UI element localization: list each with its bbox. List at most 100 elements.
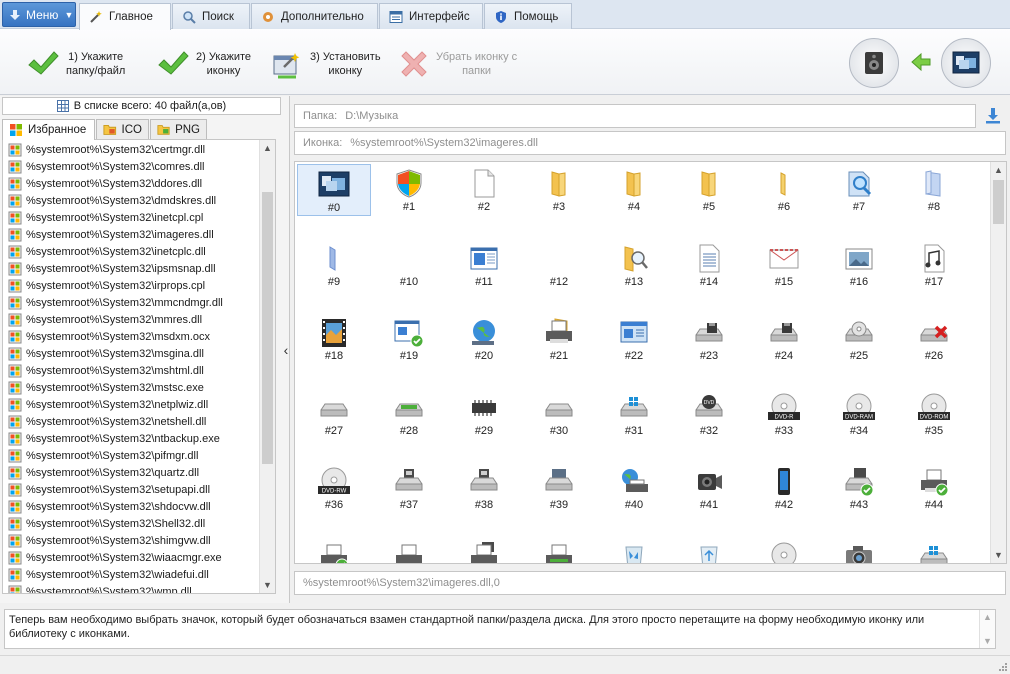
- icon-cell[interactable]: #14: [672, 239, 746, 291]
- file-list-item[interactable]: %systemroot%\System32\mmres.dll: [3, 311, 275, 328]
- file-list-item[interactable]: %systemroot%\System32\wiadefui.dll: [3, 566, 275, 583]
- icon-cell[interactable]: #6: [747, 164, 821, 216]
- file-list-item[interactable]: %systemroot%\System32\wmp.dll: [3, 583, 275, 593]
- file-list-scrollbar[interactable]: ▲ ▼: [259, 140, 275, 593]
- icon-cell[interactable]: #37: [372, 462, 446, 514]
- file-list-item[interactable]: %systemroot%\System32\mshtml.dll: [3, 362, 275, 379]
- current-icon-preview[interactable]: [941, 38, 991, 88]
- tab-ico[interactable]: ICO: [96, 119, 149, 139]
- select-icon-button[interactable]: 2) Укажите иконку: [156, 41, 251, 87]
- icon-cell[interactable]: #3: [522, 164, 596, 216]
- file-list-item[interactable]: %systemroot%\System32\imageres.dll: [3, 226, 275, 243]
- icon-cell[interactable]: #10: [372, 239, 446, 291]
- icon-cell[interactable]: #17: [897, 239, 971, 291]
- icon-cell[interactable]: #15: [747, 239, 821, 291]
- scroll-up-icon[interactable]: ▲: [980, 610, 995, 624]
- icon-cell[interactable]: #9: [297, 239, 371, 291]
- file-list-item[interactable]: %systemroot%\System32\setupapi.dll: [3, 481, 275, 498]
- file-list-item[interactable]: %systemroot%\System32\pifmgr.dll: [3, 447, 275, 464]
- icon-field[interactable]: Иконка: %systemroot%\System32\imageres.d…: [294, 131, 1006, 155]
- info-scrollbar[interactable]: ▲ ▼: [979, 610, 995, 648]
- icon-cell[interactable]: #4: [597, 164, 671, 216]
- icon-cell[interactable]: #39: [522, 462, 596, 514]
- icon-cell[interactable]: DVD #32: [672, 388, 746, 440]
- icon-cell[interactable]: #20: [447, 313, 521, 365]
- scroll-up-icon[interactable]: ▲: [991, 162, 1006, 178]
- icon-cell[interactable]: #47: [447, 537, 521, 563]
- icon-cell[interactable]: #2: [447, 164, 521, 216]
- file-list-item[interactable]: %systemroot%\System32\shdocvw.dll: [3, 498, 275, 515]
- icon-cell[interactable]: #40: [597, 462, 671, 514]
- icon-cell[interactable]: #42: [747, 462, 821, 514]
- file-list-item[interactable]: %systemroot%\System32\ddores.dll: [3, 175, 275, 192]
- scroll-down-icon[interactable]: ▼: [980, 634, 995, 648]
- file-list-item[interactable]: %systemroot%\System32\irprops.cpl: [3, 277, 275, 294]
- folder-field[interactable]: Папка: D:\Музыка: [294, 104, 976, 128]
- tab-advanced[interactable]: Дополнительно: [251, 3, 378, 29]
- file-list-item[interactable]: %systemroot%\System32\shimgvw.dll: [3, 532, 275, 549]
- icon-cell[interactable]: #48: [522, 537, 596, 563]
- file-list-item[interactable]: %systemroot%\System32\ipsmsnap.dll: [3, 260, 275, 277]
- icon-cell[interactable]: #44: [897, 462, 971, 514]
- file-list-item[interactable]: %systemroot%\System32\inetcplc.dll: [3, 243, 275, 260]
- file-list-item[interactable]: %systemroot%\System32\inetcpl.cpl: [3, 209, 275, 226]
- icon-cell[interactable]: #38: [447, 462, 521, 514]
- download-icon[interactable]: [984, 107, 1002, 128]
- collapse-left-icon[interactable]: ‹: [284, 342, 289, 358]
- scroll-down-icon[interactable]: ▼: [260, 577, 275, 593]
- file-list-item[interactable]: %systemroot%\System32\msgina.dll: [3, 345, 275, 362]
- icon-cell[interactable]: #41: [672, 462, 746, 514]
- icon-cell[interactable]: #26: [897, 313, 971, 365]
- icon-cell[interactable]: #30: [522, 388, 596, 440]
- icon-cell[interactable]: #1: [372, 164, 446, 216]
- icon-cell[interactable]: #21: [522, 313, 596, 365]
- icon-grid-scrollbar[interactable]: ▲ ▼: [990, 162, 1006, 563]
- file-list-item[interactable]: %systemroot%\System32\mstsc.exe: [3, 379, 275, 396]
- icon-cell[interactable]: #18: [297, 313, 371, 365]
- tab-main[interactable]: Главное: [79, 3, 171, 30]
- file-list-item[interactable]: %systemroot%\System32\ntbackup.exe: [3, 430, 275, 447]
- icon-cell[interactable]: #16: [822, 239, 896, 291]
- icon-cell[interactable]: DVD-RW #36: [297, 462, 371, 514]
- scroll-up-icon[interactable]: ▲: [260, 140, 275, 156]
- file-list-item[interactable]: %systemroot%\System32\mmcndmgr.dll: [3, 294, 275, 311]
- scroll-thumb[interactable]: [262, 192, 273, 464]
- menu-button[interactable]: Меню ▼: [2, 2, 76, 27]
- icon-cell[interactable]: #5: [672, 164, 746, 216]
- speaker-button[interactable]: [849, 38, 899, 88]
- icon-cell[interactable]: #52: [822, 537, 896, 563]
- icon-cell[interactable]: DVD-ROM #35: [897, 388, 971, 440]
- icon-cell[interactable]: #22: [597, 313, 671, 365]
- file-list-item[interactable]: %systemroot%\System32\certmgr.dll: [3, 141, 275, 158]
- tab-favorites[interactable]: Избранное: [2, 119, 95, 140]
- icon-cell[interactable]: #53: [897, 537, 971, 563]
- icon-cell[interactable]: #29: [447, 388, 521, 440]
- tab-png[interactable]: PNG: [150, 119, 207, 139]
- file-list-item[interactable]: %systemroot%\System32\netshell.dll: [3, 413, 275, 430]
- icon-cell[interactable]: #24: [747, 313, 821, 365]
- icon-cell[interactable]: #0: [297, 164, 371, 216]
- file-list-item[interactable]: %systemroot%\System32\dmdskres.dll: [3, 192, 275, 209]
- file-list-item[interactable]: %systemroot%\System32\wiaacmgr.exe: [3, 549, 275, 566]
- icon-cell[interactable]: #23: [672, 313, 746, 365]
- icon-cell[interactable]: #19: [372, 313, 446, 365]
- icon-cell[interactable]: #51: [747, 537, 821, 563]
- resize-grip-icon[interactable]: [998, 662, 1008, 672]
- icon-cell[interactable]: #12: [522, 239, 596, 291]
- icon-cell[interactable]: #11: [447, 239, 521, 291]
- select-folder-button[interactable]: 1) Укажите папку/файл: [26, 41, 125, 87]
- icon-cell[interactable]: #28: [372, 388, 446, 440]
- panel-splitter[interactable]: ‹: [280, 96, 292, 603]
- icon-cell[interactable]: #45: [297, 537, 371, 563]
- scroll-thumb[interactable]: [993, 180, 1004, 224]
- icon-cell[interactable]: DVD-RAM #34: [822, 388, 896, 440]
- icon-cell[interactable]: #50: [672, 537, 746, 563]
- tab-interface[interactable]: Интерфейс: [379, 3, 483, 29]
- icon-cell[interactable]: #31: [597, 388, 671, 440]
- remove-icon-button[interactable]: Убрать иконку с папки: [398, 41, 517, 87]
- icon-cell[interactable]: #7: [822, 164, 896, 216]
- icon-path-field[interactable]: %systemroot%\System32\imageres.dll,0: [294, 571, 1006, 595]
- icon-cell[interactable]: DVD-R #33: [747, 388, 821, 440]
- file-list-item[interactable]: %systemroot%\System32\netplwiz.dll: [3, 396, 275, 413]
- tab-search[interactable]: Поиск: [172, 3, 250, 29]
